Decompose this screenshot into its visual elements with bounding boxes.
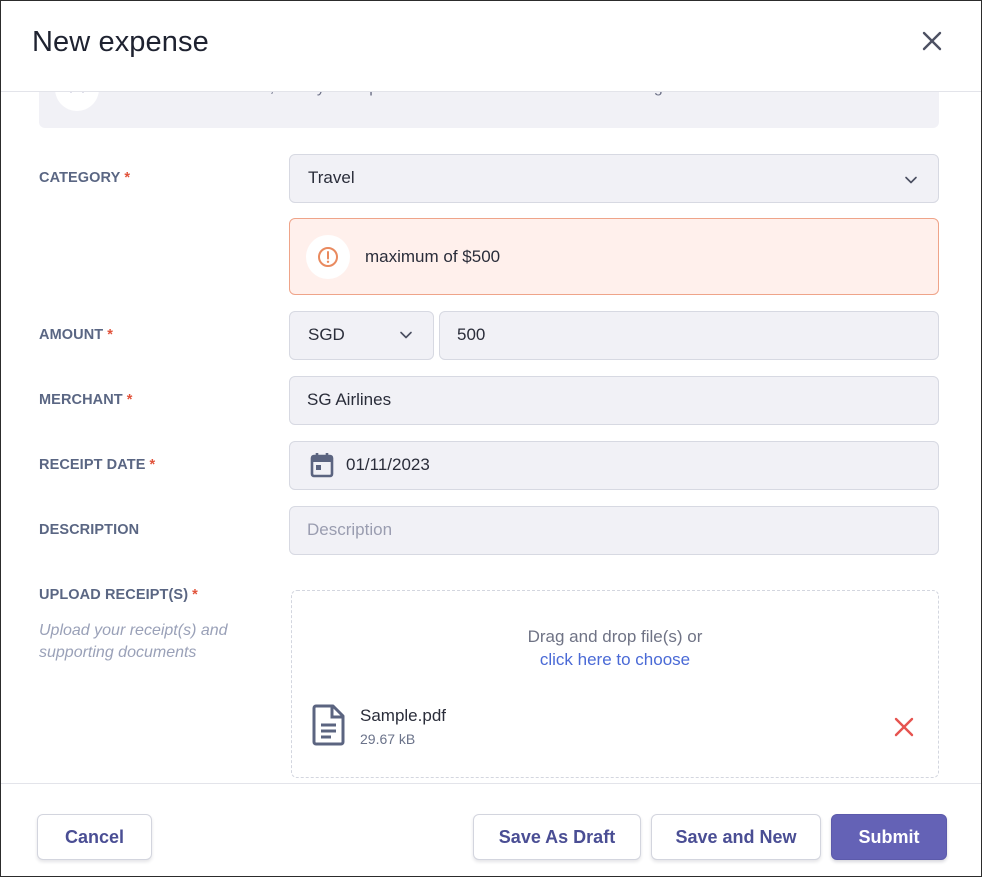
- new-expense-modal: For bulk submission, save your expenses …: [0, 0, 982, 877]
- upload-label-text: UPLOAD RECEIPT(S): [39, 587, 189, 603]
- receipt-date-value: 01/11/2023: [346, 455, 430, 474]
- required-mark: *: [149, 457, 156, 473]
- remove-file-icon[interactable]: [892, 715, 916, 739]
- upload-hint: Upload your receipt(s) and supporting do…: [39, 622, 228, 661]
- file-size: 29.67 kB: [360, 731, 416, 747]
- merchant-value: SG Airlines: [307, 390, 392, 409]
- modal-body[interactable]: For bulk submission, save your expenses …: [1, 1, 981, 783]
- category-label: CATEGORY *: [39, 170, 130, 186]
- modal-footer: Cancel Save As Draft Save and New Submit: [1, 783, 981, 876]
- chevron-down-icon: [904, 172, 918, 186]
- upload-receipts-label: UPLOAD RECEIPT(S) *: [39, 587, 198, 603]
- amount-input[interactable]: 500: [439, 311, 939, 360]
- close-icon[interactable]: [916, 25, 948, 57]
- modal-title: New expense: [32, 26, 209, 58]
- required-mark: *: [107, 327, 113, 343]
- file-name: Sample.pdf: [360, 706, 446, 725]
- save-and-new-button[interactable]: Save and New: [651, 814, 821, 860]
- receipt-date-label: RECEIPT DATE *: [39, 457, 155, 473]
- alert-circle-icon: [318, 247, 338, 267]
- category-label-text: CATEGORY: [39, 170, 121, 186]
- choose-file-link[interactable]: click here to choose: [292, 650, 938, 670]
- merchant-input[interactable]: SG Airlines: [289, 376, 939, 425]
- category-value: Travel: [308, 168, 355, 187]
- currency-value: SGD: [308, 325, 345, 344]
- category-limit-warning: maximum of $500: [289, 218, 939, 295]
- amount-label-text: AMOUNT: [39, 327, 104, 343]
- amount-label: AMOUNT *: [39, 327, 113, 343]
- save-as-draft-button[interactable]: Save As Draft: [473, 814, 641, 860]
- description-label: DESCRIPTION: [39, 522, 139, 538]
- cancel-button[interactable]: Cancel: [37, 814, 152, 860]
- chevron-down-icon: [399, 327, 413, 341]
- merchant-label: MERCHANT *: [39, 392, 133, 408]
- receipt-date-input[interactable]: 01/11/2023: [289, 441, 939, 490]
- modal-header: New expense: [1, 1, 981, 92]
- upload-dropzone[interactable]: Drag and drop file(s) or click here to c…: [291, 590, 939, 778]
- submit-button[interactable]: Submit: [831, 814, 947, 860]
- required-mark: *: [126, 392, 133, 408]
- description-placeholder: Description: [307, 520, 393, 539]
- warning-text: maximum of $500: [365, 247, 501, 266]
- amount-value: 500: [457, 325, 486, 344]
- receipt-date-label-text: RECEIPT DATE: [39, 457, 146, 473]
- description-label-text: DESCRIPTION: [39, 522, 140, 538]
- document-icon: [312, 704, 346, 746]
- required-mark: *: [124, 170, 131, 186]
- merchant-label-text: MERCHANT: [39, 392, 123, 408]
- calendar-icon[interactable]: [310, 452, 334, 478]
- drag-drop-text: Drag and drop file(s) or: [527, 627, 703, 646]
- required-mark: *: [192, 587, 198, 603]
- currency-select[interactable]: SGD: [289, 311, 434, 360]
- category-select[interactable]: Travel: [289, 154, 939, 203]
- warning-icon-circle: [306, 235, 350, 279]
- description-input[interactable]: Description: [289, 506, 939, 555]
